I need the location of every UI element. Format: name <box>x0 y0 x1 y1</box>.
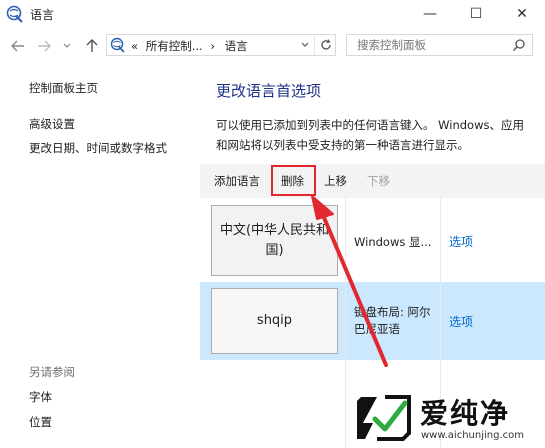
breadcrumb-item-language[interactable]: 语言 <box>225 39 248 53</box>
language-options-link[interactable]: 选项 <box>449 233 473 250</box>
window-title: 语言 <box>30 8 55 22</box>
language-options-link[interactable]: 选项 <box>449 313 473 330</box>
sidebar-item-date-time-format[interactable]: 更改日期、时间或数字格式 <box>29 140 167 156</box>
move-down-button: 下移 <box>367 174 390 188</box>
minimize-button[interactable]: — <box>407 0 453 28</box>
column-divider <box>345 198 346 448</box>
move-up-button[interactable]: 上移 <box>324 173 347 189</box>
control-panel-icon <box>110 37 125 53</box>
watermark-url: www.aichunjing.com <box>421 430 524 441</box>
address-dropdown-icon[interactable] <box>298 34 312 56</box>
breadcrumb-item-control-panel[interactable]: 所有控制... <box>146 39 203 53</box>
sidebar-item-advanced-settings[interactable]: 高级设置 <box>29 116 75 132</box>
watermark-title: 爱纯净 <box>420 397 511 430</box>
language-info: 键盘布局: 阿尔巴尼亚语 <box>354 305 431 336</box>
maximize-button[interactable]: ☐ <box>453 0 499 28</box>
page-description: 可以使用已添加到列表中的任何语言键入。 Windows、应用和网站将以列表中受支… <box>216 118 524 152</box>
annotation-highlight-box <box>271 165 316 196</box>
language-item-chinese[interactable]: 中文(中华人民共和国) <box>211 205 338 276</box>
language-item-albanian[interactable]: shqip <box>211 288 338 354</box>
watermark-logo-icon <box>357 395 411 441</box>
chevron-down-icon[interactable] <box>60 36 74 56</box>
sidebar-item-control-panel-home[interactable]: 控制面板主页 <box>29 80 98 96</box>
breadcrumb: « 所有控制... › 语言 <box>131 38 248 54</box>
arrow-left-icon[interactable] <box>8 36 28 56</box>
breadcrumb-separator[interactable]: › <box>210 39 215 53</box>
sidebar-link-fonts[interactable]: 字体 <box>29 389 52 405</box>
language-info: Windows 显... <box>354 235 432 249</box>
see-also-heading: 另请参阅 <box>29 365 75 379</box>
search-input[interactable] <box>357 38 507 52</box>
page-title: 更改语言首选项 <box>216 82 322 100</box>
add-language-button[interactable]: 添加语言 <box>214 173 260 189</box>
language-globe-icon <box>6 5 23 23</box>
search-icon[interactable] <box>512 38 526 52</box>
sidebar-link-location[interactable]: 位置 <box>29 414 52 430</box>
arrow-up-icon[interactable] <box>82 36 102 56</box>
close-button[interactable]: ✕ <box>499 0 545 28</box>
breadcrumb-prefix[interactable]: « <box>131 39 138 53</box>
arrow-right-icon[interactable] <box>34 36 54 56</box>
refresh-icon[interactable] <box>314 34 336 56</box>
